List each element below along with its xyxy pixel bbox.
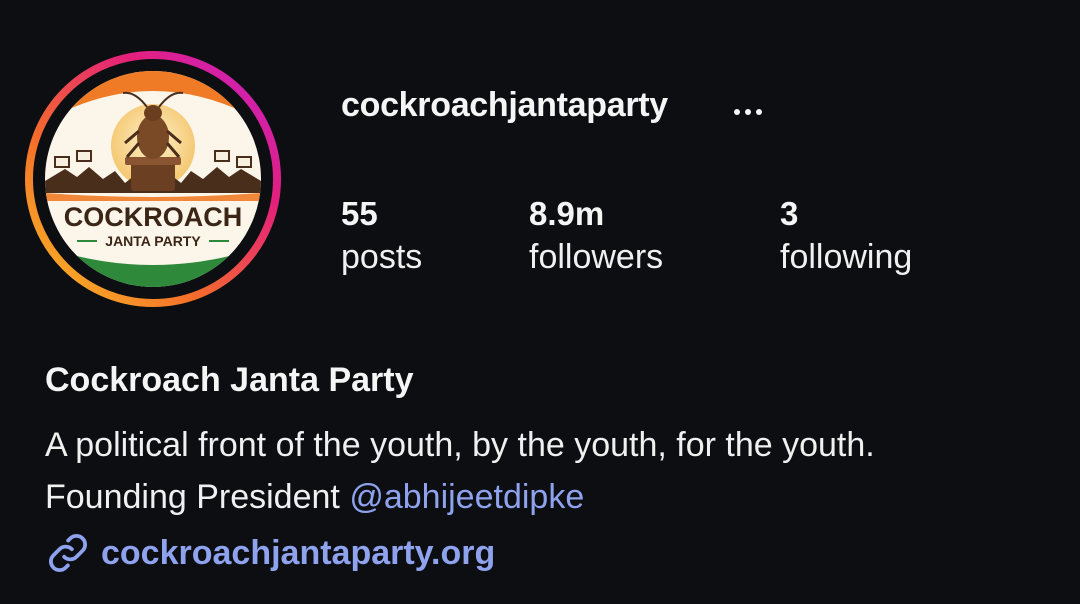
bio-line: A political front of the youth, by the y… bbox=[45, 426, 875, 464]
stat-followers[interactable]: 8.9m followers bbox=[529, 194, 663, 280]
stat-following[interactable]: 3 following bbox=[780, 194, 912, 280]
profile-bio: A political front of the youth, by the y… bbox=[45, 419, 875, 523]
posts-count: 55 bbox=[341, 195, 378, 232]
following-count: 3 bbox=[780, 195, 799, 232]
bio-line: Founding President @abhijeetdipke bbox=[45, 471, 875, 523]
more-horizontal-icon bbox=[734, 109, 762, 115]
mention-link[interactable]: @abhijeetdipke bbox=[349, 478, 584, 516]
profile-header: COCKROACH JANTA PARTY cockroachjantapart… bbox=[0, 0, 1080, 604]
website-url[interactable]: cockroachjantaparty.org bbox=[101, 534, 495, 573]
logo-title-text: COCKROACH bbox=[64, 202, 243, 232]
followers-label: followers bbox=[529, 238, 664, 276]
avatar-image: COCKROACH JANTA PARTY bbox=[25, 51, 281, 307]
bio-text: Founding President bbox=[45, 478, 340, 516]
followers-count: 8.9m bbox=[529, 195, 605, 232]
username: cockroachjantaparty bbox=[341, 86, 668, 124]
posts-label: posts bbox=[341, 238, 423, 276]
following-label: following bbox=[780, 238, 913, 276]
stat-posts[interactable]: 55 posts bbox=[341, 194, 422, 280]
more-options-button[interactable] bbox=[726, 92, 770, 132]
link-icon bbox=[45, 530, 91, 576]
logo-subtitle-text: JANTA PARTY bbox=[105, 233, 201, 249]
website-link[interactable]: cockroachjantaparty.org bbox=[45, 530, 495, 576]
profile-full-name: Cockroach Janta Party bbox=[45, 361, 414, 399]
profile-avatar[interactable]: COCKROACH JANTA PARTY bbox=[25, 51, 281, 307]
